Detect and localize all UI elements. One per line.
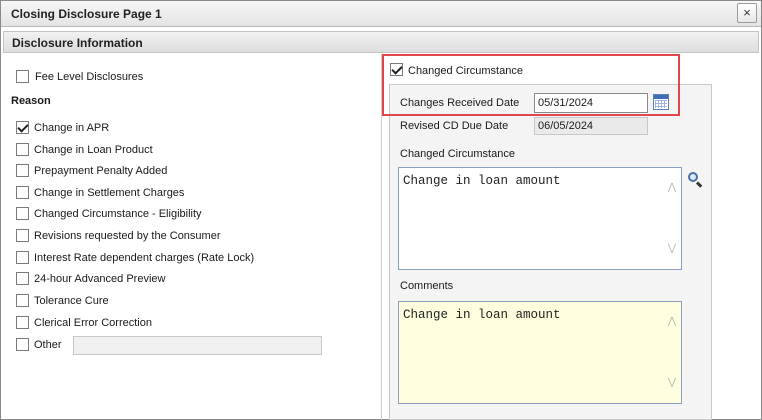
- scroll-down-icon[interactable]: ⋁: [666, 379, 678, 389]
- revised-cd-due-date-label: Revised CD Due Date: [400, 120, 509, 132]
- reason-clerical-error-label: Clerical Error Correction: [34, 317, 152, 329]
- comments-text: Change in loan amount: [403, 308, 561, 322]
- window-title: Closing Disclosure Page 1: [11, 7, 162, 21]
- reason-rate-lock-checkbox[interactable]: [16, 251, 29, 264]
- reason-settlement-charges-label: Change in Settlement Charges: [34, 187, 185, 199]
- other-reason-input[interactable]: [73, 336, 322, 355]
- reason-clerical-error-checkbox[interactable]: [16, 316, 29, 329]
- fee-level-disclosures-checkbox[interactable]: [16, 70, 29, 83]
- reason-prepayment-penalty-label: Prepayment Penalty Added: [34, 165, 168, 177]
- reason-settlement-charges-checkbox[interactable]: [16, 186, 29, 199]
- reason-heading: Reason: [11, 95, 51, 107]
- scroll-up-icon[interactable]: ⋀: [666, 184, 678, 194]
- reason-revisions-by-consumer-checkbox[interactable]: [16, 229, 29, 242]
- reason-rate-lock-label: Interest Rate dependent charges (Rate Lo…: [34, 252, 255, 264]
- column-divider: [381, 54, 382, 420]
- changed-circumstance-text: Change in loan amount: [403, 174, 561, 188]
- reason-advanced-preview-checkbox[interactable]: [16, 272, 29, 285]
- reason-other-checkbox[interactable]: [16, 338, 29, 351]
- changed-circumstance-text-label: Changed Circumstance: [400, 148, 515, 160]
- reason-changed-circumstance-eligibility-checkbox[interactable]: [16, 207, 29, 220]
- changes-received-date-label: Changes Received Date: [400, 97, 520, 109]
- changes-received-date-input[interactable]: 05/31/2024: [534, 93, 648, 113]
- reason-other-label: Other: [34, 339, 62, 351]
- reason-revisions-by-consumer-label: Revisions requested by the Consumer: [34, 230, 221, 242]
- closing-disclosure-window: Closing Disclosure Page 1 × Disclosure I…: [0, 0, 762, 420]
- fee-level-disclosures-label: Fee Level Disclosures: [35, 71, 144, 83]
- section-title: Disclosure Information: [12, 36, 143, 50]
- reason-change-in-loan-product-checkbox[interactable]: [16, 143, 29, 156]
- comments-label: Comments: [400, 280, 454, 292]
- reason-change-in-apr-label: Change in APR: [34, 122, 110, 134]
- reason-tolerance-cure-label: Tolerance Cure: [34, 295, 109, 307]
- title-bar: Closing Disclosure Page 1 ×: [1, 1, 761, 27]
- search-icon[interactable]: [687, 171, 703, 188]
- changed-circumstance-checkbox[interactable]: [390, 63, 403, 76]
- reason-advanced-preview-label: 24-hour Advanced Preview: [34, 273, 166, 285]
- changed-circumstance-checkbox-label: Changed Circumstance: [408, 65, 523, 77]
- reason-changed-circumstance-eligibility-label: Changed Circumstance - Eligibility: [34, 208, 202, 220]
- reason-change-in-loan-product-label: Change in Loan Product: [34, 144, 153, 156]
- close-icon[interactable]: ×: [737, 3, 757, 23]
- comments-textarea[interactable]: Change in loan amount ⋀ ⋁: [398, 301, 682, 404]
- reason-tolerance-cure-checkbox[interactable]: [16, 294, 29, 307]
- reason-prepayment-penalty-checkbox[interactable]: [16, 164, 29, 177]
- changed-circumstance-textarea[interactable]: Change in loan amount ⋀ ⋁: [398, 167, 682, 270]
- section-header: Disclosure Information: [3, 31, 759, 53]
- reason-change-in-apr-checkbox[interactable]: [16, 121, 29, 134]
- scroll-down-icon[interactable]: ⋁: [666, 245, 678, 255]
- scroll-up-icon[interactable]: ⋀: [666, 318, 678, 328]
- calendar-icon[interactable]: [653, 94, 669, 110]
- revised-cd-due-date-value: 06/05/2024: [534, 117, 648, 135]
